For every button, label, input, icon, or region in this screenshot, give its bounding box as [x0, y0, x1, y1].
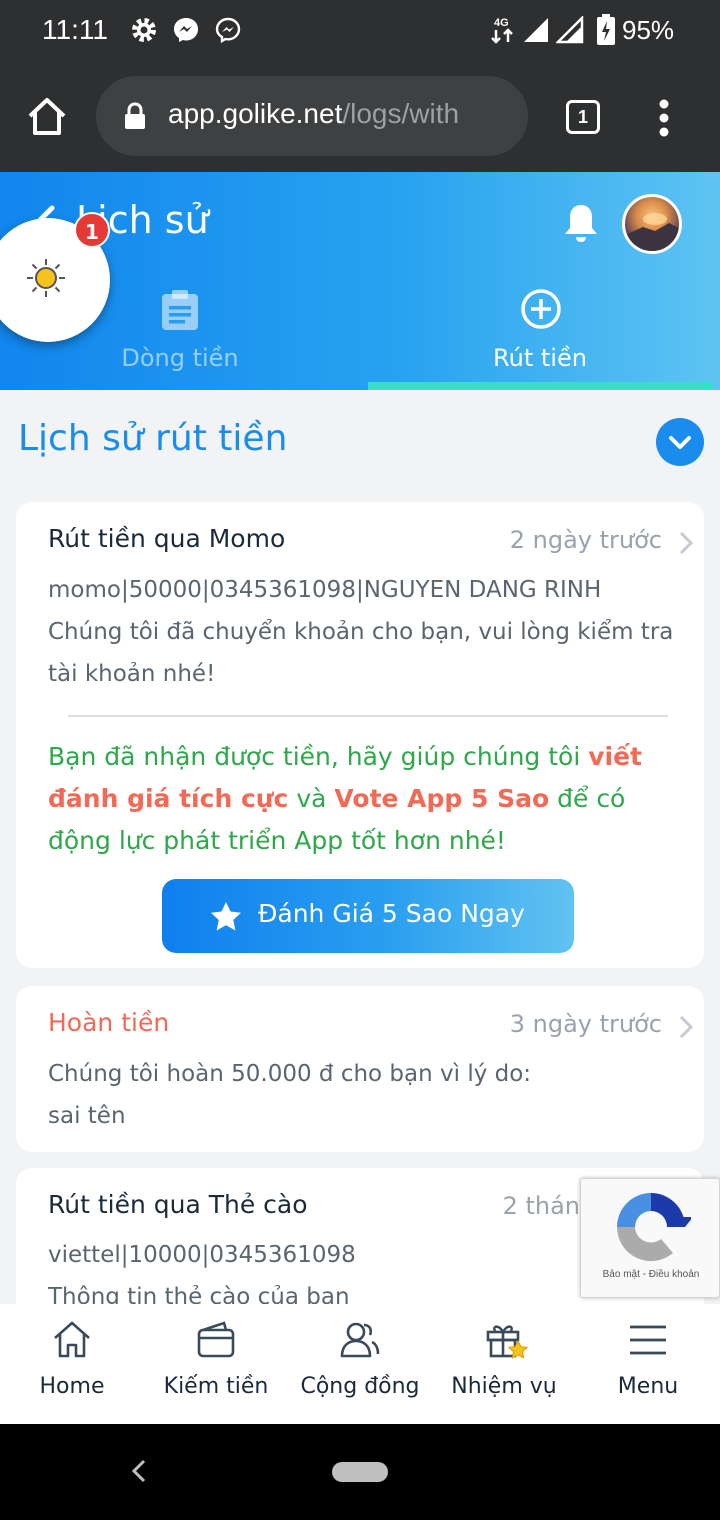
entry-detail: momo|50000|0345361098|NGUYEN DANG RINH: [48, 577, 602, 603]
section-collapse-button[interactable]: [656, 418, 704, 466]
clipboard-icon: [160, 288, 200, 336]
entry-time: 2 ngày trước: [509, 526, 662, 554]
nav-home[interactable]: Home: [0, 1304, 144, 1424]
chevron-down-icon: [669, 436, 691, 449]
notification-bell-icon[interactable]: [562, 202, 600, 248]
system-home-pill[interactable]: [332, 1462, 388, 1482]
entry-title: Hoàn tiền: [48, 1008, 170, 1037]
rate-button-label: Đánh Giá 5 Sao Ngay: [258, 899, 525, 928]
lock-icon: [124, 102, 146, 134]
plus-circle-icon: [520, 288, 562, 334]
entry-title: Rút tiền qua Momo: [48, 524, 286, 553]
url-text: app.golike.net/logs/with: [168, 98, 460, 129]
battery-percent: 95%: [622, 15, 675, 45]
gift-icon: [482, 1318, 530, 1370]
chevron-right-icon: [678, 1014, 694, 1044]
notification-badge: 1: [74, 212, 110, 248]
sun-icon: [26, 258, 66, 302]
menu-icon: [626, 1318, 670, 1366]
review-promo-text: Bạn đã nhận được tiền, hãy giúp chúng tô…: [48, 742, 643, 855]
nav-nhiem-vu[interactable]: Nhiệm vụ: [432, 1304, 576, 1424]
wallet-icon: [194, 1318, 238, 1366]
entry-time: 3 ngày trước: [509, 1010, 662, 1038]
more-options-icon[interactable]: [652, 98, 676, 142]
user-avatar[interactable]: [622, 194, 682, 254]
system-navigation-bar: [0, 1424, 720, 1520]
system-back-icon[interactable]: [128, 1458, 150, 1488]
home-icon: [50, 1318, 94, 1366]
recaptcha-logo-icon: [611, 1187, 693, 1271]
browser-home-icon[interactable]: [26, 96, 68, 142]
signal-icon: [522, 16, 550, 48]
entry-time: 2 thán: [502, 1192, 580, 1220]
tab-rut-tien[interactable]: Rút tiền: [360, 282, 720, 390]
section-title: Lịch sử rút tiền: [18, 418, 288, 459]
recaptcha-text: Bảo mật - Điều khoản: [602, 1269, 700, 1280]
address-bar[interactable]: app.golike.net/logs/with: [96, 76, 528, 156]
chevron-right-icon: [678, 530, 694, 560]
tab-dong-tien-label: Dòng tiền: [121, 344, 239, 372]
browser-toolbar: app.golike.net/logs/with 1: [0, 66, 720, 172]
nav-kiem-tien-label: Kiếm tiền: [163, 1374, 269, 1399]
history-entry-momo[interactable]: Rút tiền qua Momo 2 ngày trước momo|5000…: [16, 502, 704, 968]
recaptcha-badge[interactable]: Bảo mật - Điều khoản: [580, 1178, 720, 1298]
signal-2-icon: [554, 14, 584, 48]
battery-icon: [596, 14, 616, 50]
entry-message-line2: sai tên: [48, 1103, 126, 1129]
status-bar: 11:11 4G 95%: [0, 0, 720, 66]
bottom-navigation: Home Kiếm tiền Cộng đồng Nhiệm vụ Menu: [0, 1304, 720, 1424]
nav-home-label: Home: [39, 1374, 105, 1399]
status-time: 11:11: [42, 14, 108, 45]
star-icon: [210, 901, 242, 935]
nav-menu[interactable]: Menu: [576, 1304, 720, 1424]
divider: [68, 715, 668, 717]
entry-message-line1: Chúng tôi đã chuyển khoản cho bạn, vui l…: [48, 619, 674, 645]
community-icon: [338, 1318, 382, 1366]
nav-cong-dong-label: Cộng đồng: [300, 1374, 420, 1399]
svg-text:4G: 4G: [494, 17, 509, 29]
messenger-icon: [172, 16, 200, 48]
messenger-outline-icon: [214, 16, 242, 48]
rate-5-stars-button[interactable]: Đánh Giá 5 Sao Ngay: [162, 879, 574, 953]
history-entry-refund[interactable]: Hoàn tiền 3 ngày trước Chúng tôi hoàn 50…: [16, 986, 704, 1152]
entry-message-line1: Chúng tôi hoàn 50.000 đ cho bạn vì lý do…: [48, 1061, 532, 1087]
tab-rut-tien-label: Rút tiền: [493, 344, 587, 372]
nav-nhiem-vu-label: Nhiệm vụ: [451, 1374, 557, 1399]
entry-message-line2: tài khoản nhé!: [48, 661, 216, 687]
network-4g-icon: 4G: [488, 14, 518, 50]
settings-gear-icon: [130, 16, 158, 48]
nav-cong-dong[interactable]: Cộng đồng: [288, 1304, 432, 1424]
entry-title: Rút tiền qua Thẻ cào: [48, 1190, 308, 1219]
tab-switcher-button[interactable]: 1: [566, 100, 600, 134]
nav-kiem-tien[interactable]: Kiếm tiền: [144, 1304, 288, 1424]
nav-menu-label: Menu: [617, 1374, 679, 1399]
active-tab-indicator: [368, 382, 712, 390]
